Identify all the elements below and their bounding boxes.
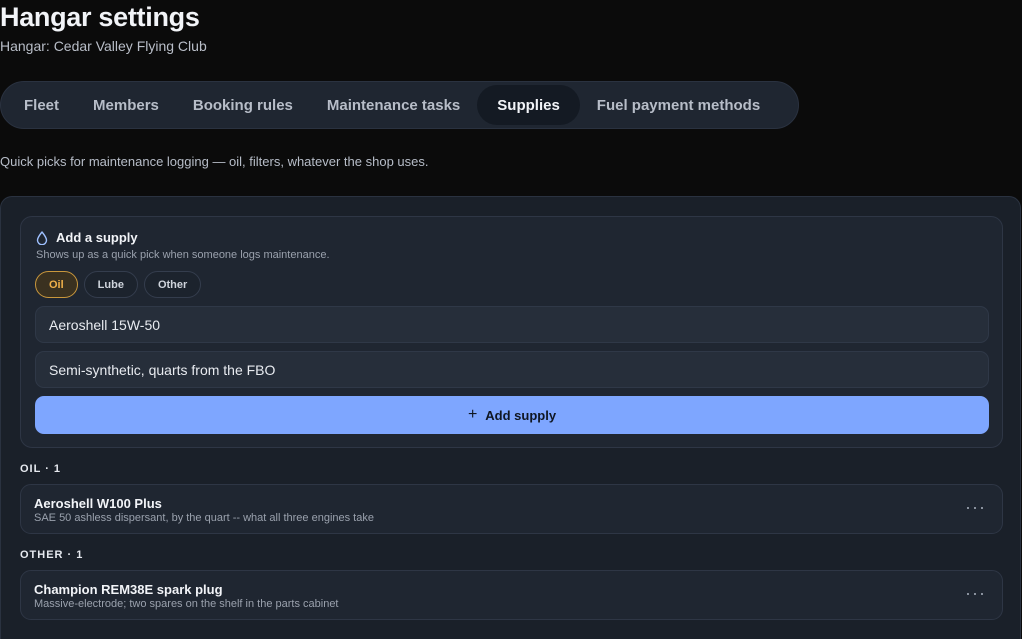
list-item[interactable]: Champion REM38E spark plug Massive-elect… bbox=[20, 570, 1003, 620]
add-supply-hint: Shows up as a quick pick when someone lo… bbox=[36, 249, 330, 261]
more-horizontal-icon[interactable]: ··· bbox=[965, 583, 986, 604]
chip-oil[interactable]: Oil bbox=[35, 271, 78, 298]
add-supply-card: Add a supply Shows up as a quick pick wh… bbox=[20, 216, 1003, 448]
tab-members[interactable]: Members bbox=[76, 85, 176, 125]
supply-item-name: Aeroshell W100 Plus bbox=[34, 496, 162, 511]
chip-other[interactable]: Other bbox=[143, 271, 202, 298]
tab-fuel-payment-methods[interactable]: Fuel payment methods bbox=[580, 85, 777, 125]
add-supply-heading: Add a supply bbox=[36, 230, 138, 245]
supply-item-name: Champion REM38E spark plug bbox=[34, 582, 223, 597]
add-supply-title: Add a supply bbox=[56, 230, 138, 245]
chip-lube[interactable]: Lube bbox=[83, 271, 138, 298]
tab-supplies[interactable]: Supplies bbox=[477, 85, 580, 125]
settings-tabs: Fleet Members Booking rules Maintenance … bbox=[0, 81, 799, 129]
list-item[interactable]: Aeroshell W100 Plus SAE 50 ashless dispe… bbox=[20, 484, 1003, 534]
plus-icon: + bbox=[467, 406, 478, 423]
droplet-icon bbox=[36, 230, 48, 245]
supplies-panel: Add a supply Shows up as a quick pick wh… bbox=[0, 196, 1021, 639]
supply-notes-input[interactable] bbox=[35, 351, 989, 388]
group-label-oil: OIL · 1 bbox=[20, 463, 62, 475]
add-supply-button[interactable]: + Add supply bbox=[35, 396, 989, 434]
page-title: Hangar settings bbox=[0, 2, 200, 32]
group-label-other: OTHER · 1 bbox=[20, 549, 84, 561]
tab-fleet[interactable]: Fleet bbox=[7, 85, 76, 125]
supply-name-input[interactable] bbox=[35, 306, 989, 343]
add-supply-button-label: Add supply bbox=[485, 407, 557, 423]
more-horizontal-icon[interactable]: ··· bbox=[965, 497, 986, 518]
category-chips: Oil Lube Other bbox=[35, 271, 202, 298]
page-subtitle: Hangar: Cedar Valley Flying Club bbox=[0, 38, 207, 54]
page-description: Quick picks for maintenance logging — oi… bbox=[0, 154, 429, 169]
tab-maintenance-tasks[interactable]: Maintenance tasks bbox=[310, 85, 477, 125]
tab-booking-rules[interactable]: Booking rules bbox=[176, 85, 310, 125]
supply-item-desc: SAE 50 ashless dispersant, by the quart … bbox=[34, 512, 374, 524]
supply-item-desc: Massive-electrode; two spares on the she… bbox=[34, 598, 339, 610]
